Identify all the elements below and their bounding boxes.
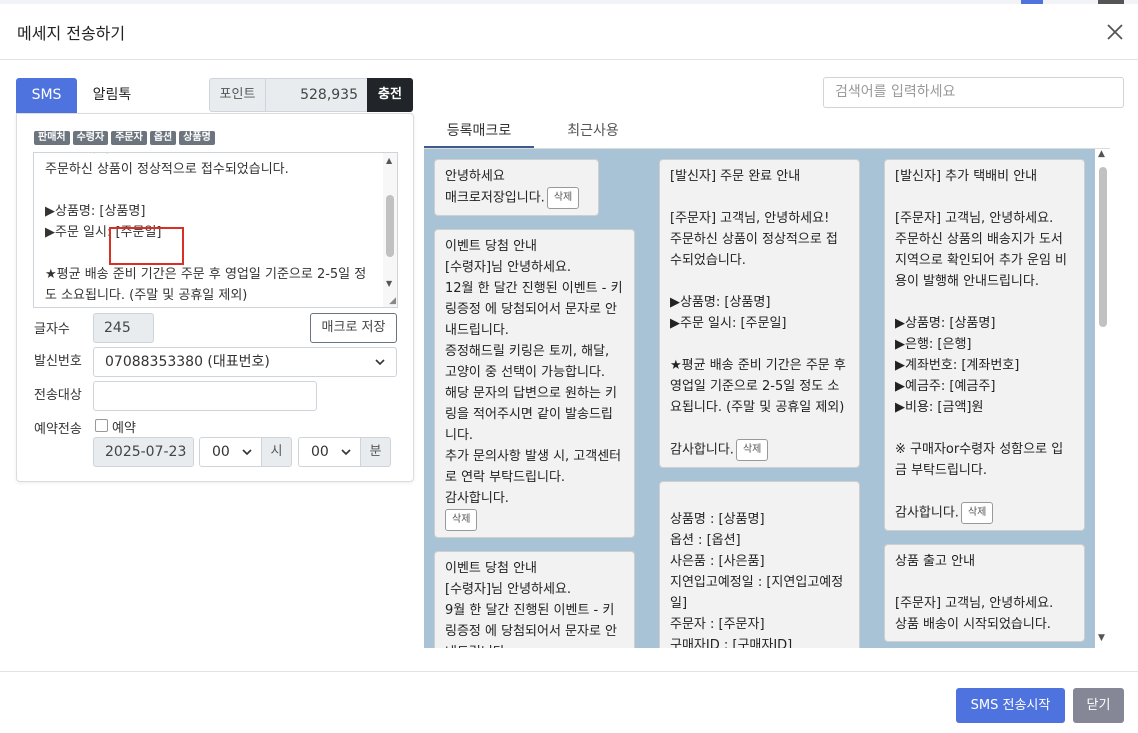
macro-card-text: 이벤트 당첨 안내 [수령자]님 안녕하세요. 12월 한 달간 진행된 이벤트… xyxy=(445,239,623,506)
variable-tags: 판매처 수령자 주문자 옵션 상품명 xyxy=(34,131,215,145)
close-icon[interactable] xyxy=(1104,21,1126,43)
macro-card[interactable]: 상품명 : [상품명] 옵션 : [옵션] 사은품 : [사은품] 지연입고예정… xyxy=(659,481,860,648)
tag-recipient[interactable]: 수령자 xyxy=(72,131,109,145)
save-macro-button[interactable]: 매크로 저장 xyxy=(310,313,397,343)
minute-unit: 분 xyxy=(360,437,391,467)
scroll-up-icon[interactable]: ▲ xyxy=(1098,149,1105,159)
macro-card[interactable]: 이벤트 당첨 안내 [수령자]님 안녕하세요. 9월 한 달간 진행된 이벤트 … xyxy=(434,551,635,648)
scroll-down-icon[interactable]: ▼ xyxy=(386,279,392,288)
minute-value: 00 xyxy=(311,444,329,460)
tab-recent-macros[interactable]: 최근사용 xyxy=(538,114,648,148)
hour-unit: 시 xyxy=(261,437,292,467)
message-scrollbar[interactable]: ▲ ▼ xyxy=(383,153,397,307)
reserve-date-field[interactable]: 2025-07-23 xyxy=(93,437,194,467)
point-display: 포인트 528,935 충전 xyxy=(209,78,413,112)
target-label: 전송대상 xyxy=(34,388,82,403)
scroll-up-icon[interactable]: ▲ xyxy=(386,156,392,165)
char-count-label: 글자수 xyxy=(34,322,70,337)
reserve-checkbox-label[interactable]: 예약 xyxy=(112,417,136,436)
chevron-down-icon xyxy=(241,438,253,476)
macro-card[interactable]: 안녕하세요 매크로저장입니다. 삭제 xyxy=(434,159,599,216)
macro-card[interactable]: [발신자] 추가 택배비 안내 [주문자] 고객님, 안녕하세요. 주문하신 상… xyxy=(884,159,1085,531)
macro-card-text: 상품 출고 안내 [주문자] 고객님, 안녕하세요. 상품 배송이 시작되었습니… xyxy=(895,554,1054,632)
minute-select[interactable]: 00 xyxy=(298,437,361,467)
macro-card[interactable]: 상품 출고 안내 [주문자] 고객님, 안녕하세요. 상품 배송이 시작되었습니… xyxy=(884,544,1085,642)
point-label: 포인트 xyxy=(209,78,266,112)
close-button[interactable]: 닫기 xyxy=(1073,688,1124,723)
macro-card-text: 상품명 : [상품명] 옵션 : [옵션] 사은품 : [사은품] 지연입고예정… xyxy=(670,512,844,648)
tag-orderer[interactable]: 주문자 xyxy=(111,131,147,145)
scroll-thumb[interactable] xyxy=(386,195,394,257)
sender-number-value: 07088353380 (대표번호) xyxy=(105,354,270,370)
scroll-thumb[interactable] xyxy=(1099,167,1107,327)
macro-card-text: 이벤트 당첨 안내 [수령자]님 안녕하세요. 9월 한 달간 진행된 이벤트 … xyxy=(445,561,618,648)
charge-button[interactable]: 충전 xyxy=(367,78,413,112)
resize-handle-icon[interactable]: ◢ xyxy=(389,296,396,306)
delete-button[interactable]: 삭제 xyxy=(445,509,478,531)
hour-select[interactable]: 00 xyxy=(199,437,262,467)
chevron-down-icon xyxy=(374,348,386,386)
message-text: 님 안녕하세요. 주문하신 상품이 정상적으로 접수되었습니다. ▶상품명: [… xyxy=(45,153,367,303)
chevron-down-icon xyxy=(340,438,352,476)
message-textarea[interactable]: 님 안녕하세요. 주문하신 상품이 정상적으로 접수되었습니다. ▶상품명: [… xyxy=(33,152,398,308)
sender-number-select[interactable]: 07088353380 (대표번호) xyxy=(93,347,397,377)
tab-alimtalk[interactable]: 알림톡 xyxy=(82,78,142,113)
point-value: 528,935 xyxy=(266,78,367,112)
sender-label: 발신번호 xyxy=(34,354,82,369)
char-count-value: 245 xyxy=(93,313,154,343)
macro-scrollbar[interactable]: ▲ ▼ xyxy=(1096,149,1110,648)
modal-title: 메세지 전송하기 xyxy=(17,24,126,43)
highlight-annotation xyxy=(109,227,184,265)
footer-divider xyxy=(0,671,1138,672)
macro-card[interactable]: [발신자] 주문 완료 안내 [주문자] 고객님, 안녕하세요! 주문하신 상품… xyxy=(659,159,860,468)
scroll-down-icon[interactable]: ▼ xyxy=(1098,633,1105,643)
macro-list: 안녕하세요 매크로저장입니다. 삭제 이벤트 당첨 안내 [수령자]님 안녕하세요… xyxy=(424,149,1095,648)
tag-product-name[interactable]: 상품명 xyxy=(179,131,215,145)
tab-registered-macros[interactable]: 등록매크로 xyxy=(424,114,534,148)
target-input[interactable] xyxy=(93,381,317,411)
reserve-label: 예약전송 xyxy=(34,422,82,437)
macro-card-text: [발신자] 추가 택배비 안내 [주문자] 고객님, 안녕하세요. 주문하신 상… xyxy=(895,169,1068,521)
delete-button[interactable]: 삭제 xyxy=(735,439,769,461)
hour-value: 00 xyxy=(212,444,230,460)
delete-button[interactable]: 삭제 xyxy=(546,187,580,209)
tab-sms[interactable]: SMS xyxy=(16,78,77,113)
macro-card-text: 안녕하세요 매크로저장입니다. xyxy=(445,169,545,206)
reserve-checkbox[interactable] xyxy=(95,419,108,432)
macro-card-text: [발신자] 주문 완료 안내 [주문자] 고객님, 안녕하세요! 주문하신 상품… xyxy=(670,169,846,458)
macro-search-input[interactable]: 검색어를 입력하세요 xyxy=(823,77,1124,108)
tag-seller[interactable]: 판매처 xyxy=(34,131,70,145)
tag-option[interactable]: 옵션 xyxy=(149,131,177,145)
modal-header: 메세지 전송하기 xyxy=(0,4,1138,60)
macro-card[interactable]: 이벤트 당첨 안내 [수령자]님 안녕하세요. 12월 한 달간 진행된 이벤트… xyxy=(434,229,635,538)
delete-button[interactable]: 삭제 xyxy=(960,502,994,524)
sms-send-button[interactable]: SMS 전송시작 xyxy=(956,688,1065,723)
